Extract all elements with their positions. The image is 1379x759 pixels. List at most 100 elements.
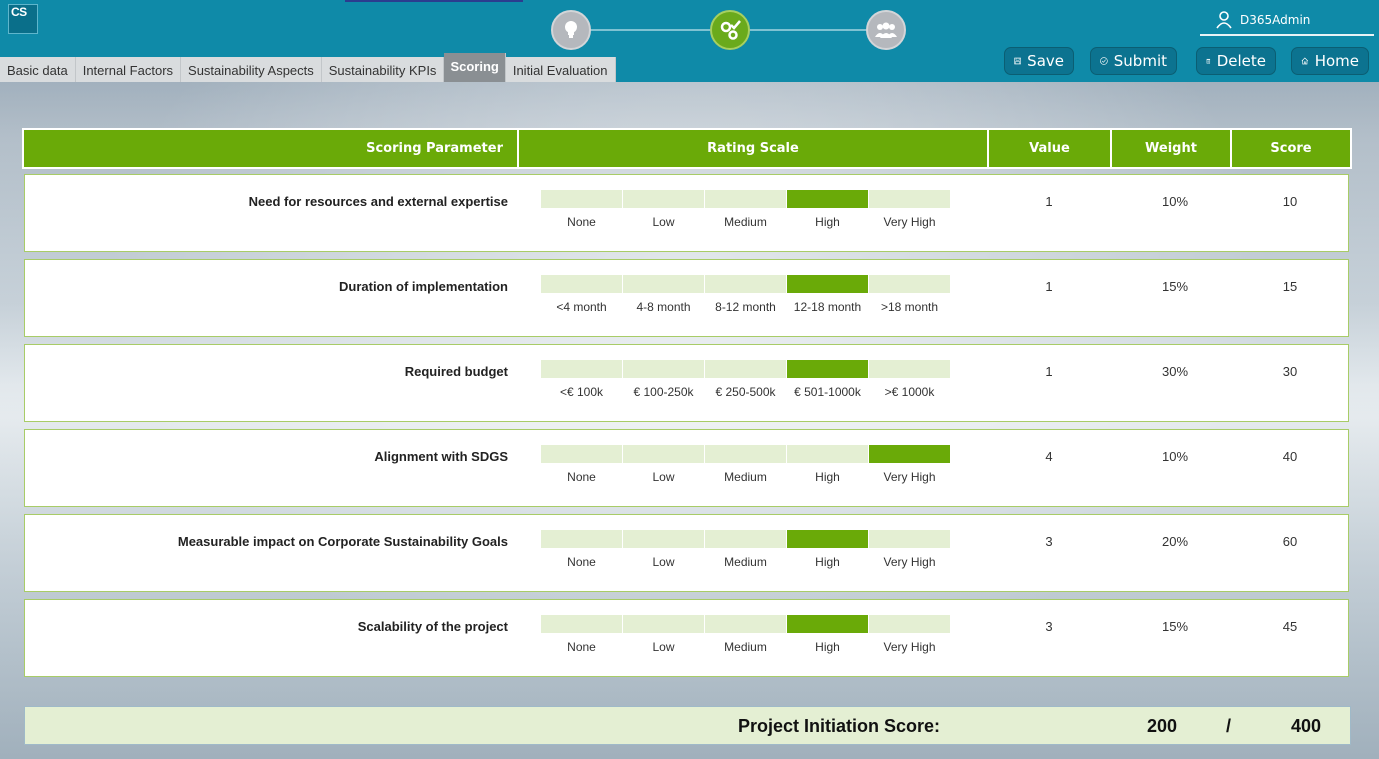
rating-segment[interactable] (541, 530, 622, 548)
value-cell: 3 (1045, 534, 1053, 549)
step-scoring[interactable] (710, 10, 750, 50)
gears-check-icon (720, 20, 741, 40)
check-circle-icon (1100, 57, 1108, 65)
submit-button[interactable]: Submit (1090, 47, 1177, 75)
rating-segment[interactable] (705, 275, 786, 293)
weight-cell: 15% (1161, 279, 1189, 294)
rating-segment[interactable] (705, 445, 786, 463)
rating-option-label: Very High (883, 470, 936, 484)
user-icon (1216, 11, 1232, 29)
rating-segment[interactable] (623, 360, 704, 378)
score-cell: 40 (1282, 449, 1298, 464)
rating-segment[interactable] (869, 615, 950, 633)
scoring-row: Alignment with SDGS None Low Medium High Very… (24, 429, 1349, 507)
group-icon (875, 22, 897, 38)
rating-segment[interactable] (623, 530, 704, 548)
tab-internal-factors[interactable]: Internal Factors (75, 57, 182, 82)
score-cell: 30 (1282, 364, 1298, 379)
scoring-row: Need for resources and external expertis… (24, 174, 1349, 252)
rating-option-label: 8-12 month (715, 300, 776, 314)
rating-segment[interactable] (705, 615, 786, 633)
rating-option-label: Low (652, 640, 675, 654)
submit-label: Submit (1113, 52, 1167, 70)
rating-segment[interactable] (869, 190, 950, 208)
user-menu[interactable]: D365Admin (1216, 11, 1310, 29)
trash-icon (1206, 58, 1211, 64)
rating-segment[interactable] (705, 360, 786, 378)
username: D365Admin (1240, 13, 1311, 27)
column-header-value-label: Value (1029, 141, 1070, 156)
rating-option-label: Medium (724, 470, 767, 484)
column-header-rating-scale: Rating Scale (517, 128, 989, 169)
rating-scale-bar (541, 530, 950, 548)
tab-sustainability-aspects[interactable]: Sustainability Aspects (181, 57, 322, 82)
scoring-parameter-label: Scalability of the project (357, 619, 508, 634)
user-underline (1200, 34, 1374, 36)
company-logo[interactable]: CS (8, 4, 38, 34)
rating-option-label: Very High (883, 215, 936, 229)
column-header-parameter: Scoring Parameter (22, 128, 519, 169)
tab-sustainability-kpis[interactable]: Sustainability KPIs (321, 57, 445, 82)
rating-segment-selected[interactable] (869, 445, 950, 463)
home-icon (1301, 57, 1309, 65)
rating-option-label: <4 month (556, 300, 607, 314)
tab-initial-evaluation[interactable]: Initial Evaluation (505, 57, 616, 82)
rating-segment[interactable] (541, 615, 622, 633)
rating-segment-selected[interactable] (787, 190, 868, 208)
loading-indicator (345, 0, 523, 2)
rating-segment[interactable] (705, 530, 786, 548)
rating-segment[interactable] (541, 360, 622, 378)
rating-option-label: High (815, 640, 840, 654)
tab-scoring[interactable]: Scoring (444, 53, 506, 82)
rating-scale-labels: <€ 100k € 100-250k € 250-500k € 501-1000k >€… (541, 385, 950, 399)
weight-cell: 10% (1161, 194, 1189, 209)
rating-segment[interactable] (787, 445, 868, 463)
scoring-parameter-label: Duration of implementation (339, 279, 508, 294)
delete-button[interactable]: Delete (1196, 47, 1276, 75)
rating-segment[interactable] (623, 445, 704, 463)
rating-segment[interactable] (869, 360, 950, 378)
rating-scale-labels: <4 month 4-8 month 8-12 month 12-18 month >1… (541, 300, 950, 314)
rating-option-label: <€ 100k (559, 385, 604, 399)
rating-segment[interactable] (541, 190, 622, 208)
rating-segment-selected[interactable] (787, 275, 868, 293)
save-button[interactable]: Save (1004, 47, 1074, 75)
rating-option-label: 4-8 month (636, 300, 691, 314)
rating-option-label: High (815, 470, 840, 484)
score-cell: 10 (1282, 194, 1298, 209)
value-cell: 4 (1045, 449, 1053, 464)
step-team[interactable] (866, 10, 906, 50)
rating-option-label: € 100-250k (633, 385, 694, 399)
rating-segment[interactable] (623, 615, 704, 633)
weight-cell: 20% (1161, 534, 1189, 549)
rating-segment[interactable] (623, 275, 704, 293)
rating-option-label: Very High (883, 640, 936, 654)
rating-segment-selected[interactable] (787, 360, 868, 378)
rating-option-label: None (567, 215, 596, 229)
delete-label: Delete (1216, 52, 1266, 70)
scoring-row: Duration of implementation <4 month 4-8 mo… (24, 259, 1349, 337)
rating-segment[interactable] (869, 275, 950, 293)
total-score-label: Project Initiation Score: (738, 716, 941, 736)
rating-option-label: Low (652, 470, 675, 484)
scoring-row: Required budget <€ 100k € 100-250k € 250-50… (24, 344, 1349, 422)
step-idea[interactable] (551, 10, 591, 50)
column-header-score-label: Score (1270, 141, 1312, 156)
value-cell: 1 (1045, 364, 1053, 379)
rating-option-label: >€ 1000k (884, 385, 935, 399)
rating-segment-selected[interactable] (787, 530, 868, 548)
scoring-parameter-label: Alignment with SDGS (374, 449, 508, 464)
step-connector (590, 29, 712, 31)
column-header-score: Score (1230, 128, 1352, 169)
rating-segment[interactable] (623, 190, 704, 208)
rating-segment[interactable] (705, 190, 786, 208)
rating-segment-selected[interactable] (787, 615, 868, 633)
home-button[interactable]: Home (1291, 47, 1369, 75)
total-score-separator: / (1226, 716, 1232, 736)
column-header-weight: Weight (1110, 128, 1232, 169)
rating-segment[interactable] (541, 445, 622, 463)
rating-segment[interactable] (541, 275, 622, 293)
rating-segment[interactable] (869, 530, 950, 548)
tab-basic-data[interactable]: Basic data (0, 57, 76, 82)
total-score-value: 200 (1147, 716, 1178, 736)
